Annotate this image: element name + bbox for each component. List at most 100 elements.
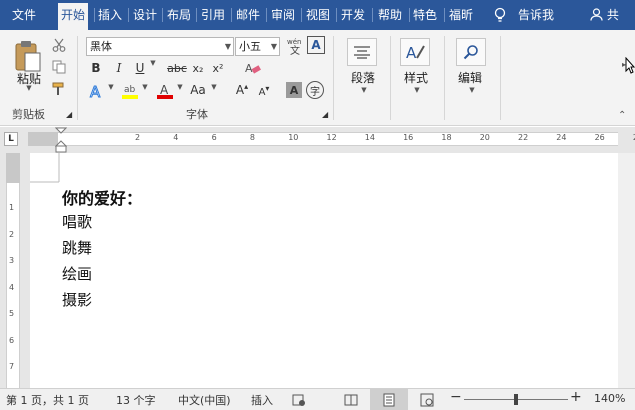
change-case-button[interactable]: Aa xyxy=(188,81,208,99)
ruler-tick-label: 20 xyxy=(479,133,490,142)
clipboard-launcher-icon[interactable]: ◢ xyxy=(66,110,72,119)
tab-references[interactable]: 引用 xyxy=(201,0,225,30)
bold-button[interactable]: B xyxy=(88,59,104,77)
ruler-tick-label: 18 xyxy=(441,133,452,142)
tab-developer[interactable]: 开发 xyxy=(341,0,365,30)
phonetic-guide-button[interactable]: wén 文 xyxy=(285,36,305,56)
clear-formatting-button[interactable]: A xyxy=(244,59,262,77)
tab-mailings[interactable]: 邮件 xyxy=(236,0,260,30)
macro-recording-icon[interactable] xyxy=(292,393,306,407)
tab-selector-button[interactable]: L xyxy=(4,132,18,146)
paragraph-button[interactable] xyxy=(347,38,377,66)
ruler-tick-label: 14 xyxy=(364,133,375,142)
character-border-button[interactable]: A xyxy=(307,36,325,54)
page-count[interactable]: 第 1 页，共 1 页 xyxy=(6,392,89,408)
print-layout-button[interactable] xyxy=(370,389,408,410)
svg-text:wén: wén xyxy=(287,38,301,46)
editing-dropdown-arrow[interactable]: ▼ xyxy=(466,86,476,94)
ribbon-tab-bar: 文件 开始 插入 设计 布局 引用 邮件 审阅 视图 开发 帮助 特色 福昕 告… xyxy=(0,0,635,30)
shrink-font-button[interactable]: A ▾ xyxy=(255,83,273,101)
grow-font-button[interactable]: A ▴ xyxy=(233,81,251,99)
superscript-button[interactable]: x² xyxy=(210,59,226,77)
tab-layout[interactable]: 布局 xyxy=(167,0,191,30)
font-name-combo[interactable]: 黑体 ▼ xyxy=(86,37,234,56)
tab-separator xyxy=(266,8,267,22)
document-heading: 你的爱好： xyxy=(62,189,143,208)
enclose-characters-button[interactable]: 字 xyxy=(306,81,324,99)
paste-dropdown-arrow[interactable]: ▼ xyxy=(23,84,33,92)
vertical-ruler[interactable] xyxy=(6,153,20,388)
italic-button[interactable]: I xyxy=(111,59,127,77)
styles-dropdown-arrow[interactable]: ▼ xyxy=(411,86,421,94)
font-color-dropdown-arrow[interactable]: ▼ xyxy=(175,83,183,91)
horizontal-ruler[interactable] xyxy=(28,132,618,146)
highlight-button[interactable]: ab xyxy=(121,81,139,101)
zoom-in-button[interactable]: + xyxy=(570,389,582,405)
cut-button[interactable] xyxy=(50,36,68,54)
font-color-button[interactable]: A xyxy=(156,81,174,101)
tab-insert[interactable]: 插入 xyxy=(98,0,122,30)
share-button[interactable]: 共 xyxy=(590,0,619,30)
tab-fuxin[interactable]: 福昕 xyxy=(449,0,473,30)
font-color-swatch xyxy=(157,95,173,99)
subscript-button[interactable]: x₂ xyxy=(190,59,206,77)
paragraph-align-icon xyxy=(354,46,370,59)
tab-special[interactable]: 特色 xyxy=(413,0,437,30)
document-page[interactable]: 你的爱好： 唱歌 跳舞 绘画 摄影 xyxy=(30,153,618,388)
tab-home[interactable]: 开始 xyxy=(58,3,89,30)
paragraph-dropdown-arrow[interactable]: ▼ xyxy=(358,86,368,94)
format-painter-button[interactable] xyxy=(50,80,68,98)
editing-button[interactable] xyxy=(456,38,486,66)
vertical-ruler-tick-label: 3 xyxy=(9,256,15,265)
tab-tell-me[interactable]: 告诉我 xyxy=(518,0,554,30)
highlight-dropdown-arrow[interactable]: ▼ xyxy=(140,83,148,91)
font-size-combo[interactable]: 小五 ▼ xyxy=(235,37,280,56)
paragraph-label: 段落 xyxy=(350,71,375,85)
underline-dropdown-arrow[interactable]: ▼ xyxy=(148,59,156,67)
vertical-scrollbar[interactable] xyxy=(618,153,635,388)
collapse-ribbon-icon[interactable]: ⌃ xyxy=(618,110,626,121)
print-layout-icon xyxy=(383,393,395,407)
ruler-tick-label: 24 xyxy=(556,133,567,142)
font-group-label: 字体 xyxy=(186,108,208,121)
highlight-swatch xyxy=(122,95,138,99)
tab-view[interactable]: 视图 xyxy=(306,0,330,30)
vertical-ruler-tick-label: 5 xyxy=(9,309,15,318)
tab-design[interactable]: 设计 xyxy=(133,0,157,30)
zoom-out-button[interactable]: − xyxy=(450,389,462,405)
tab-separator xyxy=(336,8,337,22)
lightbulb-icon[interactable] xyxy=(494,0,506,30)
insert-mode-indicator[interactable]: 插入 xyxy=(251,392,273,408)
group-separator xyxy=(77,36,78,120)
underline-button[interactable]: U xyxy=(132,59,148,77)
mouse-pointer-icon xyxy=(625,57,635,74)
document-list-item: 摄影 xyxy=(62,291,93,309)
group-separator xyxy=(444,36,445,120)
character-shading-button[interactable]: A xyxy=(286,82,302,98)
ruler-tick-label: 6 xyxy=(211,133,217,142)
language-indicator[interactable]: 中文(中国) xyxy=(178,392,231,408)
word-count[interactable]: 13 个字 xyxy=(116,392,156,408)
zoom-slider-thumb[interactable] xyxy=(514,394,518,405)
caret-up-icon: ▴ xyxy=(244,81,249,91)
text-effects-dropdown-arrow[interactable]: ▼ xyxy=(106,83,114,91)
text-effects-icon: A xyxy=(90,83,102,99)
brush-icon xyxy=(52,82,64,95)
change-case-dropdown-arrow[interactable]: ▼ xyxy=(209,83,217,91)
zoom-level[interactable]: 140% xyxy=(594,392,625,405)
read-mode-icon[interactable] xyxy=(344,393,358,407)
tab-separator xyxy=(162,8,163,22)
tab-file[interactable]: 文件 xyxy=(12,0,36,30)
tab-help[interactable]: 帮助 xyxy=(378,0,402,30)
web-layout-icon[interactable] xyxy=(420,393,434,407)
styles-button[interactable]: A xyxy=(400,38,430,66)
tab-separator xyxy=(231,8,232,22)
font-launcher-icon[interactable]: ◢ xyxy=(322,110,328,119)
grow-font-label: A xyxy=(235,83,245,97)
text-effects-button[interactable]: A xyxy=(88,82,106,100)
strikethrough-button[interactable]: abc xyxy=(165,59,189,77)
indent-marker-icon[interactable] xyxy=(55,127,67,153)
tab-review[interactable]: 审阅 xyxy=(271,0,295,30)
svg-text:A: A xyxy=(90,83,101,99)
copy-button[interactable] xyxy=(50,58,68,76)
